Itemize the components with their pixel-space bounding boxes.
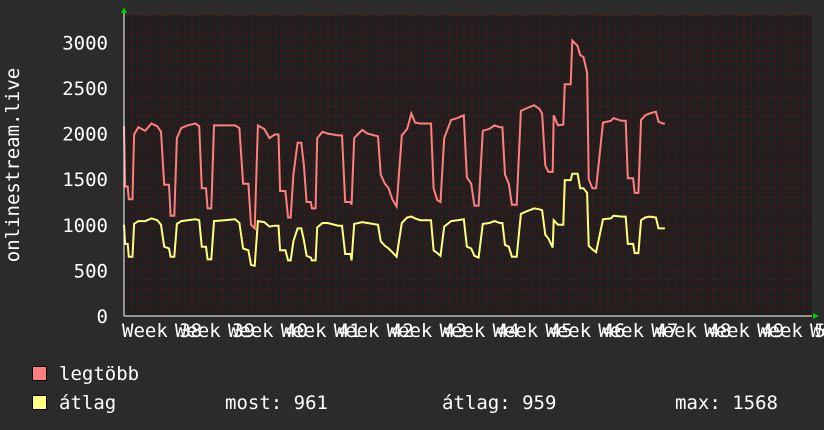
stat-current: most: 961: [225, 392, 328, 414]
legend-item-avg: átlag: [32, 392, 116, 414]
y-tick-label: 1000: [62, 215, 108, 237]
y-tick-label: 1500: [62, 169, 108, 191]
line-chart: 0 500 1000 1500 2000 2500 3000 onlinestream.liv…: [2, 7, 824, 342]
legend-swatch-avg: [32, 394, 47, 410]
y-tick-label: 500: [74, 260, 108, 282]
y-tick-label: 0: [97, 306, 108, 328]
plot-area: [124, 15, 812, 316]
stat-average: átlag: 959: [442, 392, 557, 414]
legend-item-max: legtöbb: [32, 363, 139, 385]
x-tick-label: Week 51: [810, 320, 824, 342]
y-tick-label: 2500: [62, 78, 108, 100]
y-axis-label: onlinestream.live: [2, 68, 24, 262]
stat-max: max: 1568: [675, 392, 778, 414]
legend-label-max: legtöbb: [59, 363, 140, 385]
y-tick-label: 3000: [62, 32, 108, 54]
y-tick-label: 2000: [62, 124, 108, 146]
chart-container: 0 500 1000 1500 2000 2500 3000 onlinestream.liv…: [0, 0, 824, 430]
legend-swatch-max: [32, 365, 47, 381]
legend-label-avg: átlag: [59, 392, 117, 414]
y-axis-arrow: [121, 7, 127, 13]
x-axis-arrow: [813, 313, 819, 319]
